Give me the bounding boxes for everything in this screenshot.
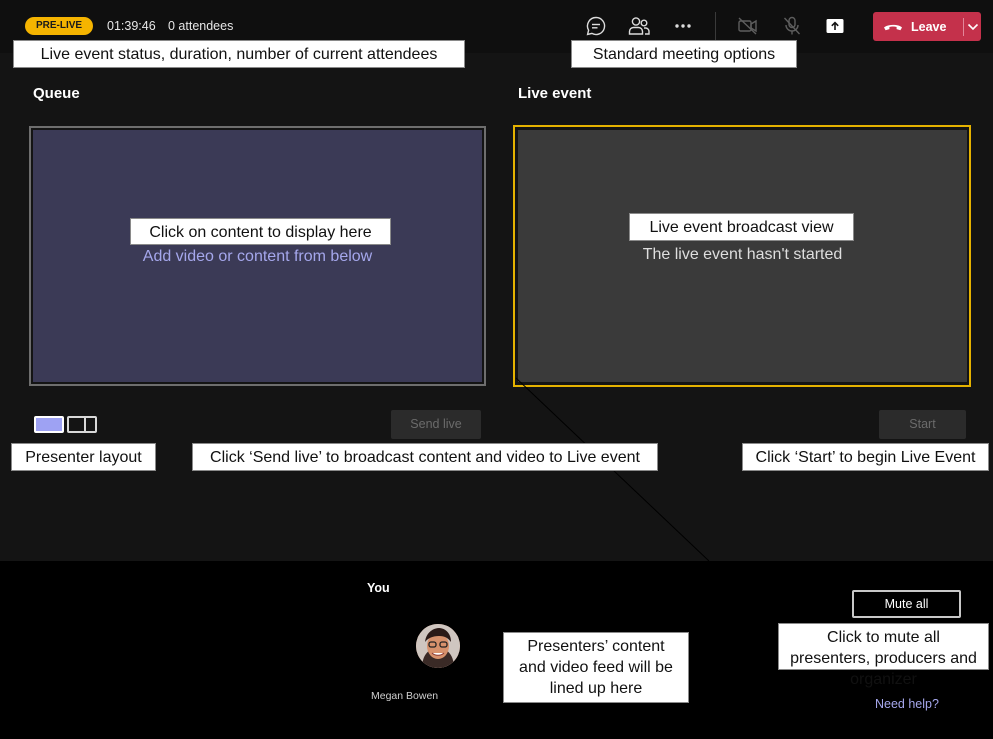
callout-status: Live event status, duration, number of c… bbox=[13, 40, 465, 68]
chevron-down-icon bbox=[967, 23, 978, 30]
mute-all-button[interactable]: Mute all bbox=[852, 590, 961, 618]
callout-mute-all: Click to mute all presenters, producers … bbox=[778, 623, 989, 688]
callout-lined-up: Presenters’ content and video feed will … bbox=[503, 632, 689, 703]
you-label: You bbox=[367, 581, 390, 595]
need-help-link[interactable]: Need help? bbox=[875, 697, 939, 711]
callout-start: Click ‘Start’ to begin Live Event bbox=[742, 443, 989, 471]
queue-title: Queue bbox=[33, 85, 80, 102]
share-screen-icon bbox=[826, 19, 844, 33]
callout-send-live: Click ‘Send live’ to broadcast content a… bbox=[192, 443, 658, 471]
mic-toggle-button[interactable] bbox=[779, 13, 805, 39]
share-button[interactable] bbox=[822, 13, 848, 39]
layout-split-button[interactable] bbox=[67, 416, 97, 433]
live-event-title: Live event bbox=[518, 85, 592, 102]
more-options-icon bbox=[675, 24, 691, 28]
mic-off-icon bbox=[783, 16, 801, 35]
leave-options-button[interactable] bbox=[964, 12, 981, 41]
camera-toggle-button[interactable] bbox=[735, 13, 761, 39]
live-event-status-text: The live event hasn't started bbox=[642, 246, 843, 263]
toolbar-divider bbox=[715, 12, 716, 42]
hang-up-icon bbox=[884, 24, 902, 30]
chat-button[interactable] bbox=[583, 13, 609, 39]
start-button[interactable]: Start bbox=[879, 410, 966, 439]
presenter-name: Megan Bowen bbox=[371, 690, 439, 702]
send-live-button[interactable]: Send live bbox=[391, 410, 481, 439]
status-badge: PRE-LIVE bbox=[25, 17, 93, 35]
add-content-prompt: Add video or content from below bbox=[142, 248, 373, 265]
callout-presenter-layout: Presenter layout bbox=[11, 443, 156, 471]
participants-button[interactable] bbox=[626, 13, 652, 39]
callout-broadcast-view: Live event broadcast view bbox=[629, 213, 854, 241]
callout-meeting-options: Standard meeting options bbox=[571, 40, 797, 68]
camera-off-icon bbox=[738, 17, 757, 35]
chat-icon bbox=[586, 16, 606, 36]
leave-button[interactable]: Leave bbox=[873, 12, 963, 41]
leave-button-group: Leave bbox=[873, 12, 981, 41]
event-duration: 01:39:46 bbox=[107, 19, 156, 33]
layout-content-only-button[interactable] bbox=[34, 416, 64, 433]
attendee-count: 0 attendees bbox=[168, 19, 234, 33]
leave-label: Leave bbox=[911, 19, 947, 34]
more-options-button[interactable] bbox=[670, 13, 696, 39]
avatar[interactable] bbox=[416, 624, 460, 668]
participants-icon bbox=[628, 17, 650, 35]
callout-queue-content: Click on content to display here bbox=[130, 218, 391, 245]
